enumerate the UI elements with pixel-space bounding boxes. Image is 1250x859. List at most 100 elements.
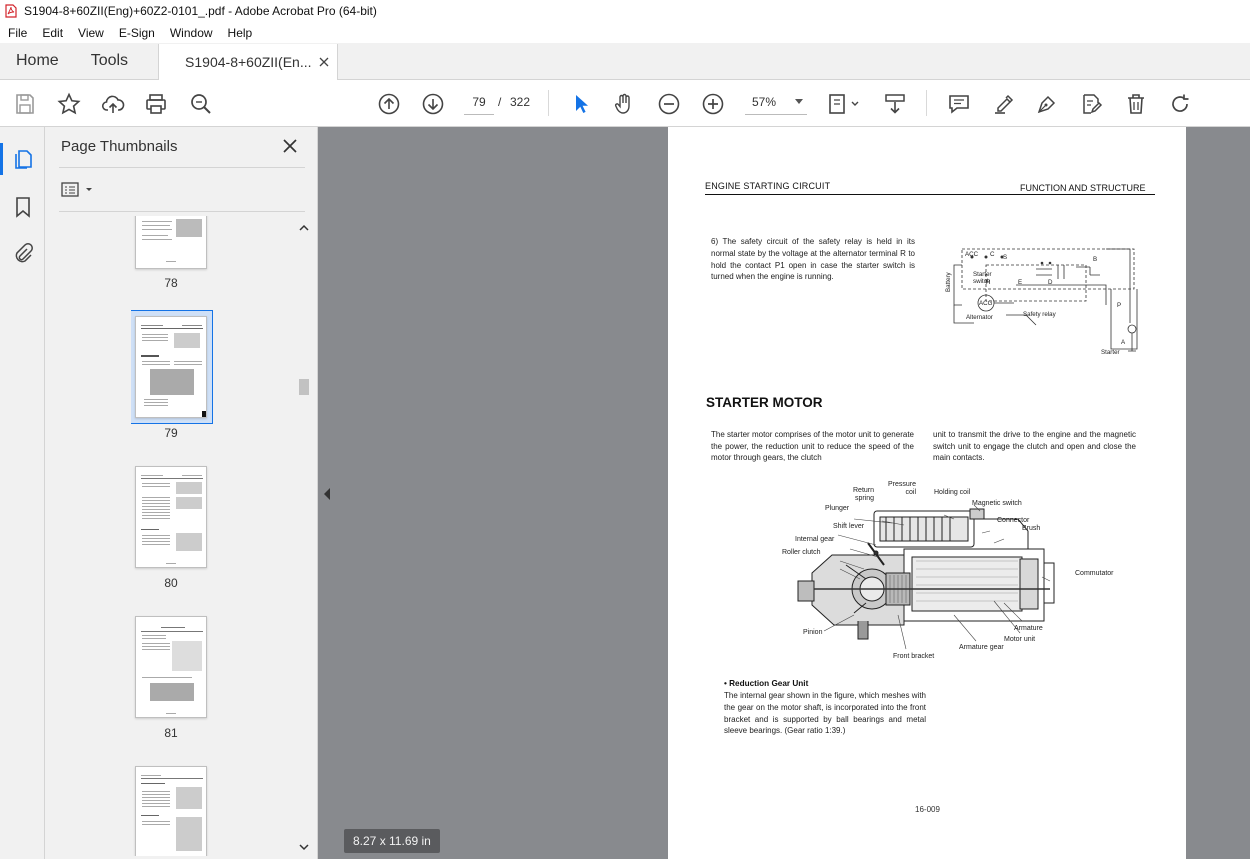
thumbnail-page-82[interactable] — [135, 766, 207, 856]
save-button[interactable] — [12, 91, 38, 117]
delete-button[interactable] — [1123, 91, 1149, 117]
highlighter-pen-icon — [995, 94, 1014, 114]
thumbnail-scrollbar[interactable] — [297, 220, 311, 856]
circuit-label-r: R — [986, 279, 991, 286]
panel-divider — [59, 167, 305, 168]
plus-circle-icon — [702, 93, 724, 115]
label-motor-unit: Motor unit — [1004, 636, 1036, 643]
bookmark-star-button[interactable] — [56, 91, 82, 117]
page-display-button[interactable] — [826, 91, 862, 117]
share-upload-button[interactable] — [100, 91, 126, 117]
arrow-up-circle-icon — [378, 93, 400, 115]
print-button[interactable] — [143, 91, 169, 117]
panel-divider — [59, 211, 305, 212]
tab-bar: Home Tools S1904-8+60ZII(En... — [0, 43, 1250, 80]
previous-page-button[interactable] — [376, 91, 402, 117]
menu-help[interactable]: Help — [220, 26, 260, 40]
pdf-page[interactable]: ENGINE STARTING CIRCUIT FUNCTION AND STR… — [668, 127, 1186, 859]
circuit-label-s: S — [1003, 254, 1008, 261]
circuit-label-acc: ACC — [965, 251, 979, 258]
highlight-button[interactable] — [991, 91, 1017, 117]
next-page-button[interactable] — [420, 91, 446, 117]
label-roller-clutch: Roller clutch — [782, 549, 821, 556]
attachments-button[interactable] — [10, 240, 36, 266]
search-zoom-icon — [191, 94, 211, 114]
menu-window[interactable]: Window — [162, 26, 220, 40]
menu-view[interactable]: View — [70, 26, 111, 40]
menu-edit[interactable]: Edit — [34, 26, 70, 40]
label-magnetic-switch: Magnetic switch — [972, 500, 1022, 507]
total-pages: 322 — [510, 95, 531, 109]
acrobat-logo-icon — [5, 4, 17, 18]
section-title: STARTER MOTOR — [706, 395, 823, 410]
thumbnail-options-button[interactable] — [61, 180, 97, 200]
scroll-down-icon — [885, 94, 905, 114]
bookmarks-button[interactable] — [10, 194, 36, 220]
zoom-in-button[interactable] — [700, 91, 726, 117]
reduction-gear-text: The internal gear shown in the figure, w… — [724, 691, 926, 736]
close-tab-icon[interactable] — [319, 57, 329, 67]
thumbnail-page-80[interactable] — [135, 466, 207, 568]
select-tool-button[interactable] — [568, 91, 594, 117]
circuit-label-p: P — [1117, 302, 1122, 309]
thumbnail-page-79[interactable] — [135, 316, 207, 418]
menu-esign[interactable]: E-Sign — [111, 26, 162, 40]
label-connector: Connector — [997, 517, 1030, 524]
circuit-label-alternator: Alternator — [966, 314, 993, 321]
tab-tools[interactable]: Tools — [75, 43, 144, 79]
circuit-label-b: B — [1093, 256, 1098, 263]
find-button[interactable] — [188, 91, 214, 117]
comment-button[interactable] — [946, 91, 972, 117]
toolbar-divider — [926, 90, 927, 116]
save-icon — [16, 94, 34, 114]
printer-icon — [146, 94, 166, 114]
menu-bar: File Edit View E-Sign Window Help — [0, 22, 1250, 43]
options-menu-icon — [61, 182, 92, 197]
thumbnail-page-81[interactable] — [135, 616, 207, 718]
circuit-label-e: E — [1018, 279, 1023, 286]
collapse-panel-arrow-icon[interactable] — [324, 488, 330, 500]
thumbnail-label: 81 — [164, 726, 178, 740]
tab-document[interactable]: S1904-8+60ZII(En... — [158, 44, 339, 80]
zoom-out-button[interactable] — [656, 91, 682, 117]
scroll-up-arrow-icon[interactable] — [299, 223, 309, 233]
label-armature-gear: Armature gear — [959, 644, 1004, 651]
edit-pdf-button[interactable] — [1078, 91, 1104, 117]
circuit-label-c: C — [990, 251, 995, 258]
circuit-label-acg: ACG — [979, 300, 993, 307]
page-footer-number: 16-009 — [915, 805, 940, 814]
label-holding-coil: Holding coil — [934, 489, 971, 496]
zoom-level-select[interactable]: 57% — [745, 89, 807, 115]
page-thumbnails-button[interactable] — [10, 146, 36, 172]
thumbnail-label: 80 — [164, 576, 178, 590]
scrollbar-thumb[interactable] — [299, 379, 309, 395]
scroll-down-arrow-icon[interactable] — [299, 842, 309, 852]
label-return-spring: Return spring — [853, 487, 875, 502]
acrobat-window: S1904-8+60ZII(Eng)+60Z2-0101_.pdf - Adob… — [0, 0, 1250, 859]
scroll-mode-button[interactable] — [882, 91, 908, 117]
zoom-level-value: 57% — [752, 95, 777, 109]
rotate-button[interactable] — [1167, 91, 1193, 117]
circuit-label-a: A — [1121, 339, 1126, 346]
label-armature: Armature — [1014, 625, 1043, 632]
thumbnail-page-78[interactable] — [135, 216, 207, 269]
menu-file[interactable]: File — [0, 26, 34, 40]
pen-nib-icon — [1037, 95, 1056, 114]
label-plunger: Plunger — [825, 505, 850, 512]
label-pressure-coil: Pressure coil — [888, 481, 917, 496]
panel-title: Page Thumbnails — [61, 138, 178, 155]
arrow-down-circle-icon — [422, 93, 444, 115]
paperclip-icon — [15, 243, 33, 263]
thumbnail-list: 78 79 80 81 — [131, 216, 311, 856]
close-panel-icon[interactable] — [281, 137, 299, 155]
tab-home[interactable]: Home — [0, 43, 75, 79]
hand-tool-button[interactable] — [611, 91, 637, 117]
label-commutator: Commutator — [1075, 570, 1114, 577]
circuit-label-safety-relay: Safety relay — [1023, 311, 1056, 318]
draw-button[interactable] — [1034, 91, 1060, 117]
thumbnail-label: 78 — [164, 276, 178, 290]
label-shift-lever: Shift lever — [833, 523, 865, 530]
cloud-upload-icon — [101, 95, 125, 113]
cursor-arrow-icon — [576, 95, 588, 113]
page-number-input[interactable]: 79 — [464, 89, 494, 115]
